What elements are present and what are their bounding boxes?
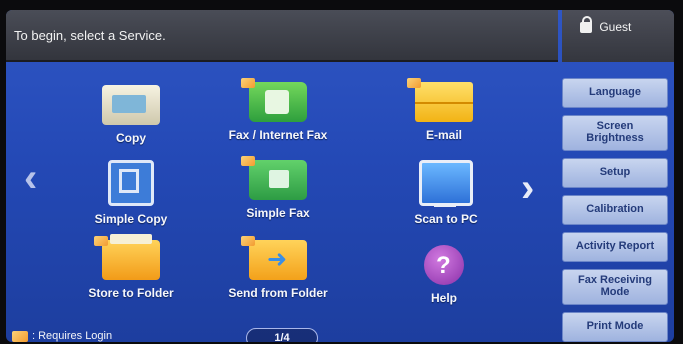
next-page-button[interactable]: › [521,168,534,208]
sidebar-item-activity-report[interactable]: Activity Report [562,232,668,262]
store-folder-icon [94,234,160,280]
service-label: Scan to PC [414,212,478,226]
help-icon [424,245,464,285]
page-indicator-text: 1/4 [274,332,290,342]
login-required-icon [241,78,255,88]
instruction-text: To begin, select a Service. [14,27,166,43]
send-folder-icon [241,236,307,280]
service-fax-internet-fax[interactable]: Fax / Internet Fax [218,78,338,142]
copy-icon [102,85,160,125]
login-required-icon [241,236,255,246]
service-label: Copy [116,131,146,145]
login-required-icon [407,78,421,88]
service-label: Simple Fax [246,206,310,220]
scan-to-pc-icon [419,160,473,207]
sidebar-item-calibration[interactable]: Calibration [562,195,668,225]
user-button[interactable]: Guest [562,10,674,62]
sidebar-item-fax-receiving-mode[interactable]: Fax Receiving Mode [562,269,668,305]
simple-copy-icon [108,160,154,206]
sidebar-item-screen-brightness[interactable]: Screen Brightness [562,115,668,151]
fax-icon [241,78,307,122]
email-icon [407,78,473,122]
login-required-icon [12,330,28,342]
service-label: E-mail [425,128,462,142]
page-indicator: 1/4 [246,328,318,342]
sidebar-item-setup[interactable]: Setup [562,158,668,188]
service-simple-fax[interactable]: Simple Fax [218,156,338,220]
requires-login-text: : Requires Login [32,330,113,342]
service-copy[interactable]: Copy [71,85,191,145]
device-screen: To begin, select a Service. Guest ‹ › Co… [6,10,674,342]
service-label: Send from Folder [228,286,328,300]
service-email[interactable]: E-mail [384,78,504,142]
service-store-to-folder[interactable]: Store to Folder [71,234,191,300]
service-label: Store to Folder [88,286,174,300]
requires-login-note: : Requires Login [12,330,112,342]
sidebar-item-language[interactable]: Language [562,78,668,108]
instruction-bar: To begin, select a Service. [6,10,558,62]
service-help[interactable]: Help [384,245,504,305]
sidebar-item-print-mode[interactable]: Print Mode [562,312,668,342]
login-required-icon [94,236,108,246]
service-label: Help [430,291,457,305]
service-send-from-folder[interactable]: Send from Folder [218,236,338,300]
simple-fax-icon [241,156,307,200]
sidebar: Language Screen Brightness Setup Calibra… [562,78,668,342]
login-required-icon [241,156,255,166]
prev-page-button[interactable]: ‹ [24,158,37,198]
service-simple-copy[interactable]: Simple Copy [71,160,191,226]
lock-icon [580,16,592,33]
user-name: Guest [599,20,632,34]
service-label: Fax / Internet Fax [228,128,328,142]
service-scan-to-pc[interactable]: Scan to PC [386,160,506,226]
service-label: Simple Copy [94,212,168,226]
